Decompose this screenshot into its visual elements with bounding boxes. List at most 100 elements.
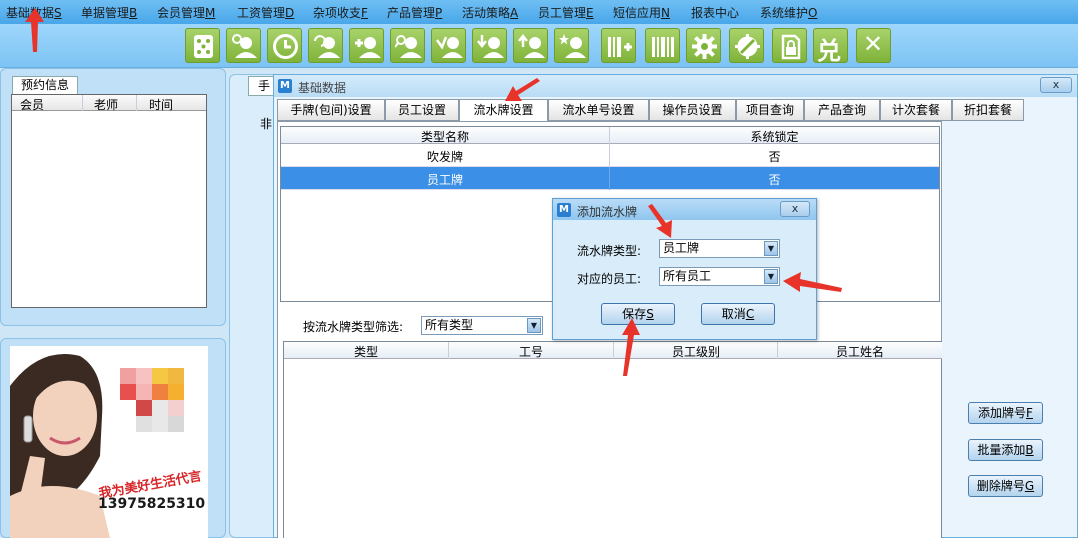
cell-system-lock: 否 [768,150,781,164]
toolbar-user-download-button[interactable] [472,28,507,63]
chevron-down-icon[interactable]: ▼ [764,269,778,284]
tab-staff-settings[interactable]: 员工设置 [385,99,459,121]
menu-reports[interactable]: 报表中心 [691,4,739,21]
cell-type-name: 吹发牌 [426,150,463,164]
menu-sms[interactable]: 短信应用N [613,4,670,21]
menu-misc-income[interactable]: 杂项收支F [313,4,368,21]
tab-item-query[interactable]: 项目查询 [736,99,804,121]
lock-doc-icon [781,34,801,60]
workspace-text: 非 [260,117,273,131]
toolbar-clock-button[interactable] [267,28,302,63]
add-flow-card-dialog: M 添加流水牌 x 流水牌类型: 员工牌 ▼ 对应的员工: 所有员工 ▼ 保存S… [552,198,817,340]
app-logo-icon: M [278,79,292,93]
toolbar-exchange-button[interactable]: 兑 [813,28,848,65]
column-divider [82,95,83,111]
user-search-icon [395,35,422,58]
close-icon: ✕ [863,30,884,58]
card-type-select[interactable]: 员工牌 ▼ [659,239,780,258]
card-numbers-table[interactable]: 类型 工号 员工级别 员工姓名 [283,341,942,538]
toolbar: 兑 ✕ [0,24,1078,68]
clock-icon [273,34,298,59]
toolbar-lock-doc-button[interactable] [772,28,807,63]
menu-promotions[interactable]: 活动策略A [462,4,518,21]
ad-banner: 我为美好生活代言 13975825310 [10,346,208,538]
user-download-icon [477,35,504,58]
user-star-icon [559,34,586,58]
employee-select[interactable]: 所有员工 ▼ [659,267,780,286]
cell-type-name: 员工牌 [426,173,463,187]
tab-discount-package[interactable]: 折扣套餐 [952,99,1024,121]
tab-hand-card-settings[interactable]: 手牌(包间)设置 [277,99,385,121]
gear-icon [692,34,717,59]
card-type-value: 员工牌 [663,241,700,255]
column-header-staff-id[interactable]: 工号 [449,343,613,360]
toolbar-user-upload-button[interactable] [513,28,548,63]
table-row[interactable]: 吹发牌 否 [281,144,939,167]
column-header-type[interactable]: 类型 [284,343,448,360]
user-upload-icon [518,33,545,58]
column-header-staff-level[interactable]: 员工级别 [614,343,778,360]
dice-icon [194,35,213,58]
menu-products[interactable]: 产品管理P [387,4,442,21]
table-header: 类型名称 系统锁定 [281,127,939,144]
ad-phone-number: 13975825310 [98,496,206,512]
toolbar-gear-button[interactable] [686,28,721,63]
dialog-title: 添加流水牌 [577,205,638,219]
barcode-plus-icon [608,37,632,57]
barcode-icon [652,37,674,57]
user-refresh-icon [314,35,340,58]
column-header-system-lock[interactable]: 系统锁定 [610,128,939,145]
toolbar-barcode-button[interactable] [645,28,680,63]
delete-card-number-button[interactable]: 删除牌号G [968,475,1043,497]
dialog-titlebar[interactable]: M 添加流水牌 x [553,199,816,220]
toolbar-user-star-button[interactable] [554,28,589,63]
app-logo-icon: M [557,203,571,217]
user-add-icon [355,37,381,58]
menu-payroll[interactable]: 工资管理D [237,4,294,21]
menu-basic-data[interactable]: 基础数据S [6,4,62,21]
table-header: 类型 工号 员工级别 员工姓名 [284,342,942,359]
cancel-button[interactable]: 取消C [701,303,775,325]
column-header-member[interactable]: 会员 [20,96,44,113]
toolbar-dice-button[interactable] [185,28,220,63]
tab-flow-number-settings[interactable]: 流水单号设置 [548,99,649,121]
table-row-selected[interactable]: 员工牌 否 [281,167,939,190]
toolbar-user-settings-button[interactable] [226,28,261,63]
menu-members[interactable]: 会员管理M [157,4,215,21]
column-header-teacher[interactable]: 老师 [94,96,118,113]
window-close-button[interactable]: x [1040,77,1072,93]
appointment-list-header: 会员 老师 时间 [12,95,206,113]
exchange-icon: 兑 [817,37,841,65]
tab-product-query[interactable]: 产品查询 [804,99,880,121]
toolbar-close-button[interactable]: ✕ [856,28,891,63]
user-settings-icon [232,34,257,58]
column-header-staff-name[interactable]: 员工姓名 [778,343,942,360]
tab-appointments[interactable]: 预约信息 [12,76,78,94]
chevron-down-icon[interactable]: ▼ [764,241,778,256]
chevron-down-icon[interactable]: ▼ [527,318,541,333]
column-header-type-name[interactable]: 类型名称 [281,128,609,145]
save-button[interactable]: 保存S [601,303,675,325]
dialog-close-button[interactable]: x [780,201,810,217]
type-filter-select[interactable]: 所有类型 ▼ [421,316,543,335]
menu-system[interactable]: 系统维护O [760,4,817,21]
toolbar-user-search-button[interactable] [390,28,425,63]
appointment-list[interactable]: 会员 老师 时间 [11,94,207,308]
add-card-number-button[interactable]: 添加牌号F [968,402,1043,424]
toolbar-user-refresh-button[interactable] [308,28,343,63]
basic-data-titlebar[interactable]: M 基础数据 x [274,75,1077,97]
tab-flow-card-settings[interactable]: 流水牌设置 [459,99,548,122]
toolbar-tools-button[interactable] [729,28,764,63]
menu-staff[interactable]: 员工管理E [538,4,594,21]
toolbar-user-add-button[interactable] [349,28,384,63]
tab-count-package[interactable]: 计次套餐 [880,99,952,121]
menu-documents[interactable]: 单据管理B [81,4,137,21]
card-type-label: 流水牌类型: [577,244,642,258]
toolbar-user-checkin-button[interactable] [431,28,466,63]
tab-operator-settings[interactable]: 操作员设置 [649,99,736,121]
toolbar-barcode-plus-button[interactable] [601,28,636,63]
window-title: 基础数据 [298,81,347,95]
column-header-time[interactable]: 时间 [149,96,173,113]
type-filter-value: 所有类型 [425,318,474,332]
batch-add-button[interactable]: 批量添加B [968,439,1043,461]
